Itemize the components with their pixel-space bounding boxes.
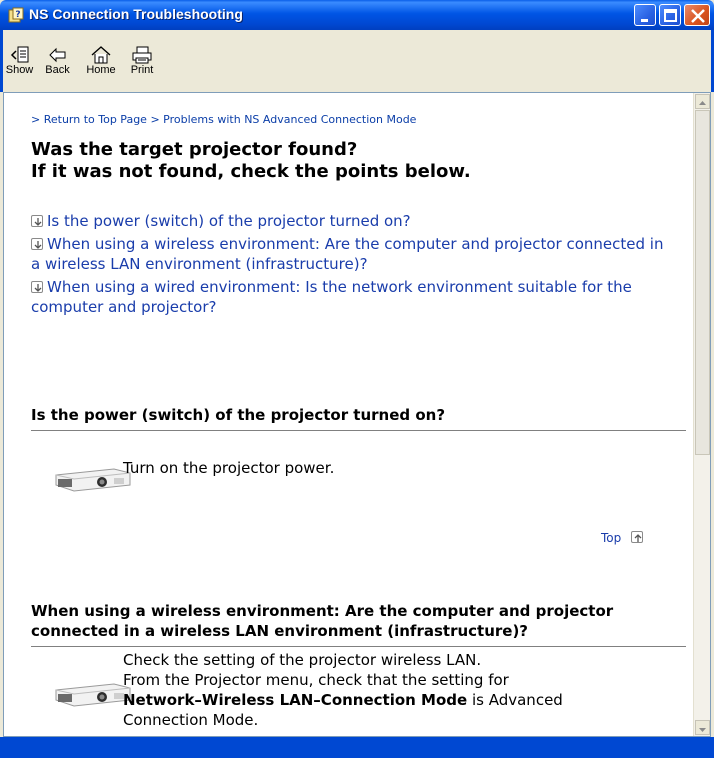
instruction-line: Check the setting of the projector wirel… (123, 651, 482, 669)
up-arrow-icon (631, 531, 644, 543)
window-title: NS Connection Troubleshooting (29, 6, 243, 22)
topic-link[interactable]: When using a wireless environment: Are t… (31, 234, 676, 274)
content-frame: > Return to Top Page > Problems with NS … (3, 92, 711, 737)
back-icon (48, 47, 65, 63)
top-link[interactable]: Top (601, 531, 647, 545)
instruction-line: Connection Mode. (123, 711, 259, 729)
topic-link-text: When using a wireless environment: Are t… (31, 235, 664, 273)
page-title-line1: Was the target projector found? (31, 139, 358, 160)
help-icon: ? (8, 7, 24, 23)
top-link-text: Top (601, 531, 622, 545)
home-label: Home (86, 64, 116, 76)
scroll-up-button[interactable] (695, 94, 710, 109)
topic-link-text: When using a wired environment: Is the n… (31, 278, 632, 316)
scrollbar-thumb[interactable] (695, 110, 710, 455)
print-label: Print (130, 64, 154, 76)
toolbar: Show Back Home Print (0, 30, 714, 92)
topic-link-list: Is the power (switch) of the projector t… (31, 211, 676, 320)
projector-image (55, 468, 131, 492)
divider (31, 646, 686, 647)
projector-image (55, 683, 131, 707)
minimize-icon (641, 19, 648, 22)
scroll-down-button[interactable] (695, 720, 710, 735)
menu-path: Network–Wireless LAN–Connection Mode (123, 691, 468, 709)
instruction-text: Turn on the projector power. (123, 459, 335, 477)
print-button[interactable]: Print (126, 46, 158, 76)
up-arrow-icon (699, 101, 706, 105)
return-to-top-link[interactable]: > Return to Top Page (31, 113, 147, 126)
home-button[interactable]: Home (82, 46, 120, 76)
minimize-button[interactable] (634, 4, 656, 26)
instruction-line-rest: is Advanced (467, 691, 563, 709)
topic-link[interactable]: When using a wired environment: Is the n… (31, 277, 676, 317)
divider (31, 430, 686, 431)
window-bottom-border (0, 737, 714, 758)
maximize-icon (664, 9, 677, 22)
topic-link-text: Is the power (switch) of the projector t… (47, 212, 411, 230)
instruction-line: Network–Wireless LAN–Connection Mode is … (123, 690, 663, 710)
section-title: When using a wireless environment: Are t… (31, 602, 614, 640)
section-title: Is the power (switch) of the projector t… (31, 406, 446, 424)
show-label: Show (5, 64, 34, 76)
back-label: Back (45, 64, 70, 76)
print-icon (132, 46, 152, 64)
breadcrumb-separator: > (150, 113, 160, 126)
help-content: > Return to Top Page > Problems with NS … (4, 93, 693, 736)
vertical-scrollbar[interactable] (693, 93, 710, 736)
home-icon (91, 46, 111, 64)
title-bar: ? NS Connection Troubleshooting (0, 0, 714, 30)
breadcrumb: > Return to Top Page > Problems with NS … (31, 113, 416, 126)
svg-text:?: ? (15, 10, 20, 20)
down-arrow-icon (31, 238, 43, 250)
down-arrow-icon (699, 728, 706, 732)
instruction-text: Check the setting of the projector wirel… (123, 650, 663, 730)
back-button[interactable]: Back (41, 46, 74, 76)
close-button[interactable] (684, 4, 710, 26)
page-title: Was the target projector found? If it wa… (31, 139, 471, 183)
page-title-line2: If it was not found, check the points be… (31, 161, 471, 182)
down-arrow-icon (31, 281, 43, 293)
show-icon (10, 46, 28, 63)
down-arrow-icon (31, 215, 43, 227)
show-button[interactable]: Show (3, 46, 36, 76)
topic-link[interactable]: Is the power (switch) of the projector t… (31, 211, 676, 231)
instruction-line: From the Projector menu, check that the … (123, 671, 509, 689)
current-page-link[interactable]: Problems with NS Advanced Connection Mod… (163, 113, 416, 126)
maximize-button[interactable] (659, 4, 681, 26)
close-icon (691, 9, 705, 23)
